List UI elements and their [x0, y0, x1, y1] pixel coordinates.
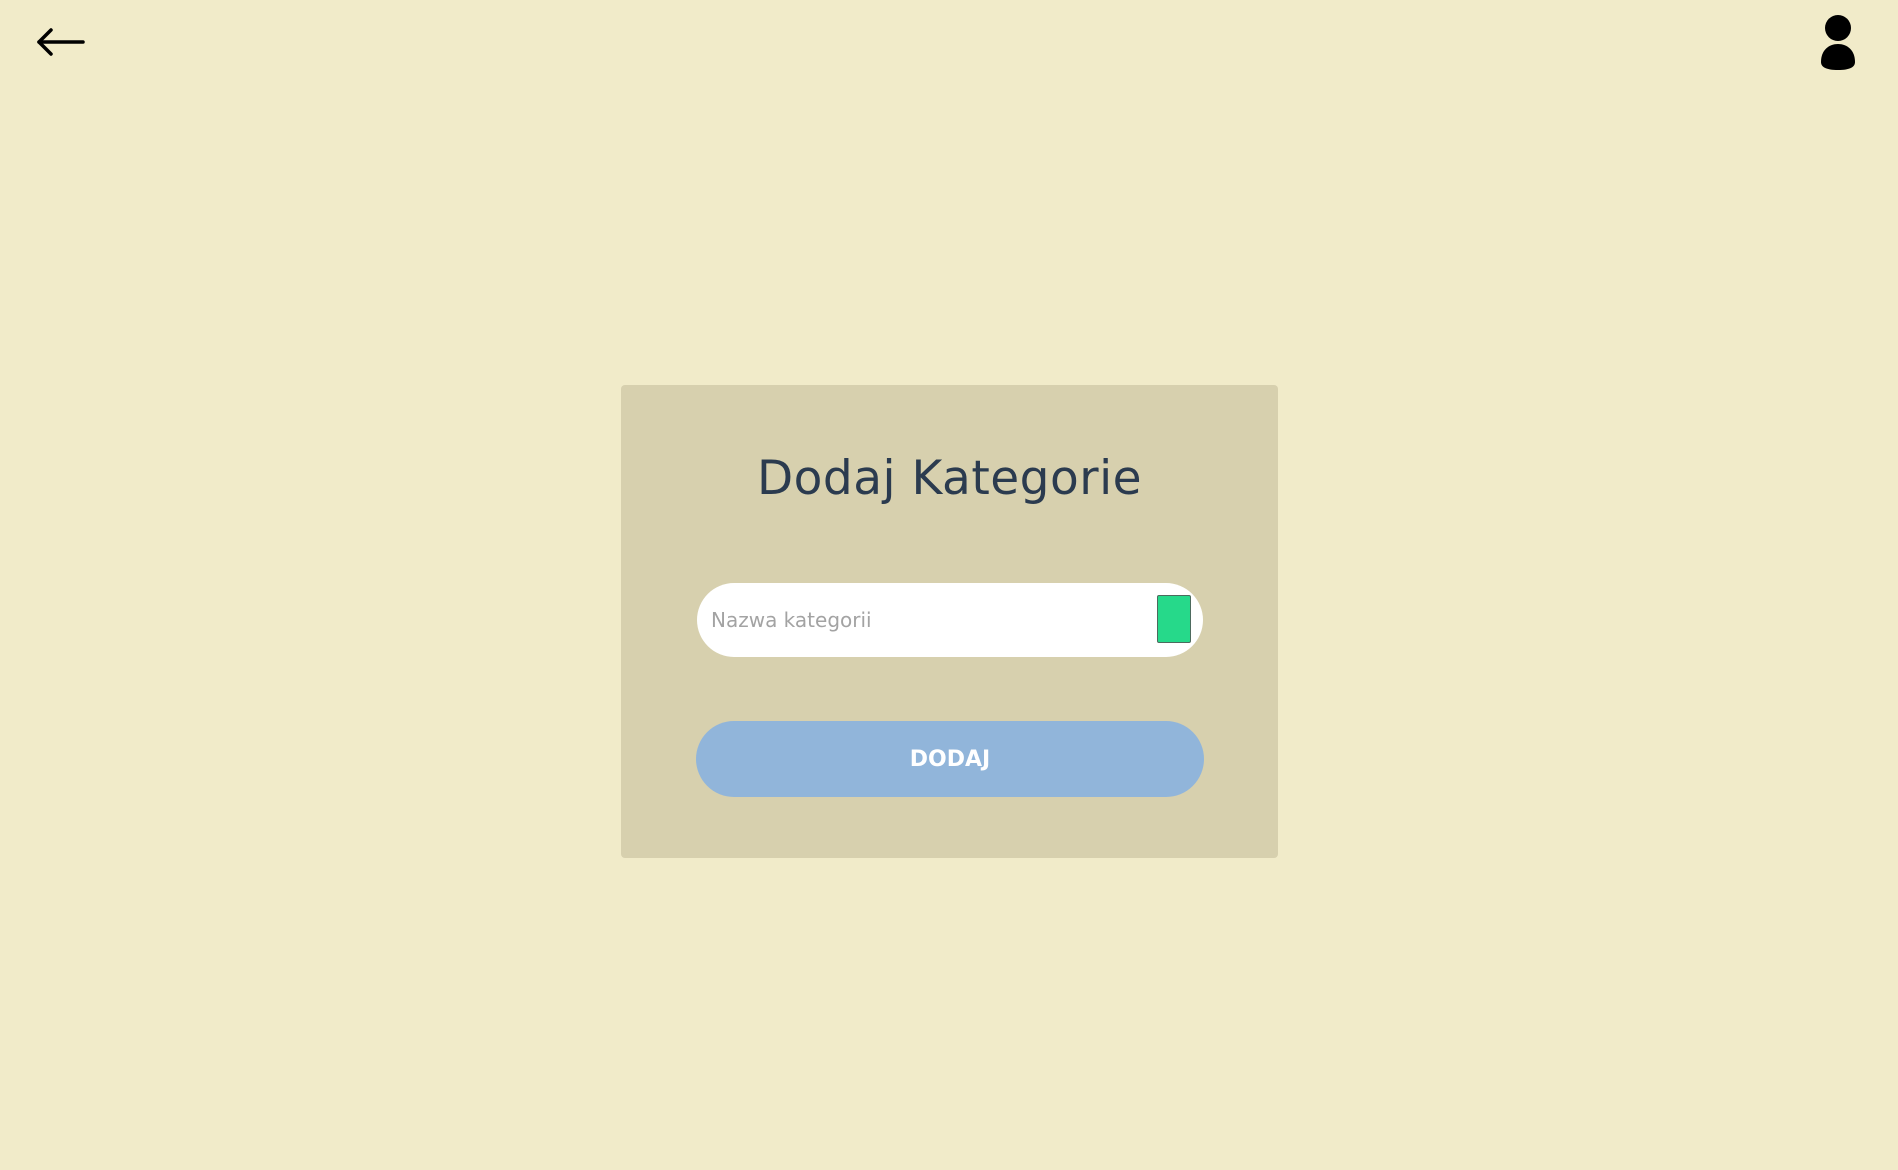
category-name-field — [697, 583, 1203, 657]
color-picker-swatch[interactable] — [1157, 595, 1191, 643]
back-button[interactable] — [30, 20, 90, 64]
arrow-left-icon — [37, 28, 85, 56]
page-title: Dodaj Kategorie — [756, 451, 1143, 506]
add-category-card: Dodaj Kategorie DODAJ — [621, 385, 1278, 858]
user-icon — [1821, 15, 1855, 70]
user-profile-button[interactable] — [1818, 14, 1858, 70]
add-button[interactable]: DODAJ — [696, 721, 1204, 797]
category-name-input[interactable] — [709, 599, 1133, 641]
